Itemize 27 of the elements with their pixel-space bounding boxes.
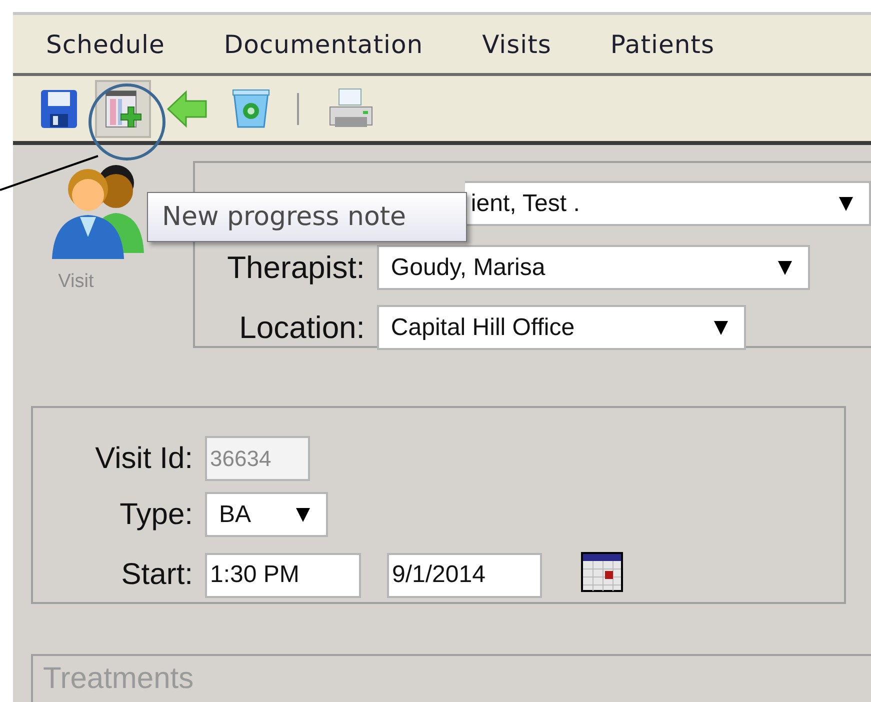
field-label: Start:: [120, 558, 193, 592]
menu-item[interactable]: Patients: [610, 30, 714, 58]
caret-icon: [838, 196, 853, 210]
menu-item[interactable]: Schedule: [46, 30, 165, 58]
group-title: Treatments: [43, 662, 194, 695]
toolbar-button[interactable]: [95, 80, 151, 138]
calendar-icon: [581, 552, 623, 593]
field-label: Therapist:: [226, 250, 365, 286]
trash-can-icon: [230, 86, 272, 130]
tooltip: New progress note: [147, 192, 467, 242]
back-arrow-icon: [166, 88, 208, 128]
menu-item[interactable]: Visits: [482, 30, 552, 58]
field-label: Type:: [118, 498, 193, 532]
dropdown-field[interactable]: BA: [205, 492, 328, 537]
dropdown-field[interactable]: Goudy, Marisa: [376, 245, 810, 290]
dropdown-field[interactable]: ient, Test .: [464, 181, 871, 226]
field-label: Location:: [238, 310, 365, 346]
caret-icon: [778, 260, 792, 274]
caret-icon: [296, 508, 310, 522]
caret-icon: [714, 320, 728, 334]
save-icon: [39, 88, 79, 130]
text-field[interactable]: 1:30 PM: [205, 552, 361, 598]
menu-item[interactable]: Documentation: [224, 30, 424, 58]
icon-label: Visit: [58, 271, 94, 293]
dropdown-field[interactable]: Capital Hill Office: [376, 305, 746, 350]
field-label: Visit Id:: [94, 442, 193, 476]
text-field[interactable]: 9/1/2014: [387, 552, 542, 598]
